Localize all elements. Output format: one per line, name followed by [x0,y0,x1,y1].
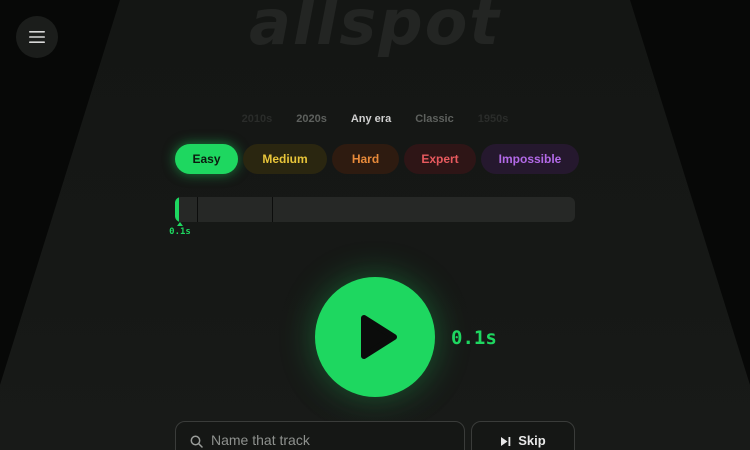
difficulty-easy-button[interactable]: Easy [175,144,238,174]
progress-marker-label: 0.1s [169,227,191,237]
menu-button[interactable] [16,16,58,58]
era-option-classic[interactable]: Classic [415,113,454,125]
marker-triangle-icon [177,222,183,226]
app-logo: allspot [249,0,501,59]
play-icon [361,315,397,359]
difficulty-impossible-button[interactable]: Impossible [481,144,579,174]
era-option-1950s[interactable]: 1950s [478,113,509,125]
era-option-2020s[interactable]: 2020s [296,113,327,125]
elapsed-time: 0.1s [451,327,497,349]
skip-label: Skip [518,433,546,448]
difficulty-expert-button[interactable]: Expert [404,144,476,174]
app-stage: allspot 2010s 2020s Any era Classic 1950… [0,0,750,450]
era-option-2010s[interactable]: 2010s [242,113,273,125]
play-button[interactable] [315,277,435,397]
progress-marker: 0.1s [166,222,194,237]
progress-fill [175,197,179,222]
skip-forward-icon [501,437,511,446]
era-selector: 2010s 2020s Any era Classic 1950s [0,110,750,128]
guess-input[interactable] [211,432,441,448]
progress-segment-divider [197,197,198,222]
progress-segment-divider [272,197,273,222]
hamburger-menu-icon [29,31,45,43]
difficulty-selector: Easy Medium Hard Expert Impossible [175,144,579,174]
difficulty-hard-button[interactable]: Hard [332,144,399,174]
difficulty-medium-button[interactable]: Medium [243,144,327,174]
search-icon [190,435,203,448]
era-option-any[interactable]: Any era [351,113,391,125]
guess-search-box[interactable] [175,421,465,450]
snippet-progress-bar [175,197,575,222]
skip-button[interactable]: Skip [471,421,575,450]
